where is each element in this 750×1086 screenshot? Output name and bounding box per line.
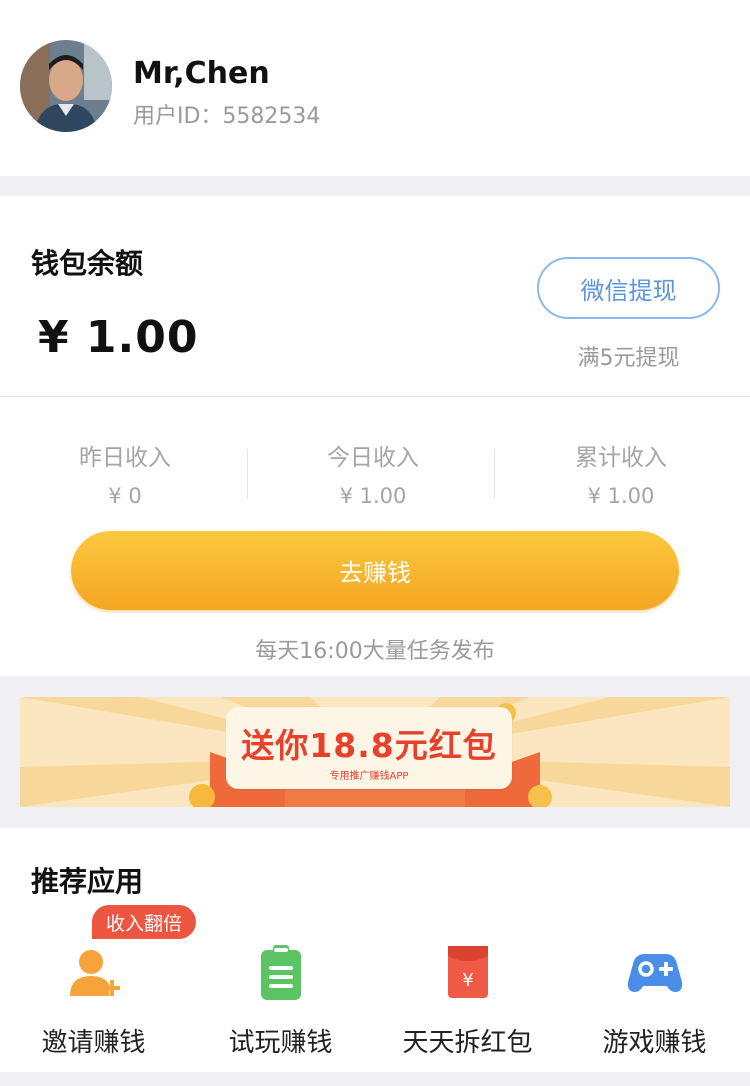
withdraw-threshold-note: 满5元提现 bbox=[577, 346, 680, 371]
stat-label: 昨日收入 bbox=[79, 445, 171, 471]
banner-subtitle: 专用推广赚钱APP bbox=[329, 771, 409, 782]
profile-header: Mr,Chen 用户ID：5582534 bbox=[0, 0, 750, 176]
stat-label: 今日收入 bbox=[327, 445, 419, 471]
user-id: 用户ID：5582534 bbox=[133, 104, 321, 129]
income-double-badge: 收入翻倍 bbox=[92, 905, 196, 939]
app-game-earn[interactable]: 游戏赚钱 bbox=[561, 934, 748, 1064]
stat-yesterday: 昨日收入 ¥ 0 bbox=[0, 438, 250, 508]
user-name: Mr,Chen bbox=[133, 56, 270, 91]
avatar[interactable] bbox=[20, 40, 112, 132]
task-release-note: 每天16:00大量任务发布 bbox=[255, 639, 495, 664]
banner-title: 送你18.8元红包 bbox=[241, 726, 497, 765]
section-title: 推荐应用 bbox=[31, 865, 144, 898]
gamepad-icon bbox=[627, 954, 683, 992]
stat-label: 累计收入 bbox=[575, 445, 667, 471]
app-invite-earn[interactable]: 邀请赚钱 bbox=[0, 934, 187, 1064]
recommended-apps-section: 推荐应用 邀请赚钱 试玩赚钱 ¥ 天天拆红包 游戏赚钱 收入翻倍 bbox=[0, 828, 750, 1072]
app-label: 邀请赚钱 bbox=[41, 1028, 146, 1058]
divider bbox=[494, 449, 495, 499]
stat-today: 今日收入 ¥ 1.00 bbox=[248, 438, 498, 508]
wallet-balance: ¥ 1.00 bbox=[38, 312, 199, 363]
app-label: 天天拆红包 bbox=[402, 1028, 533, 1058]
clipboard-icon bbox=[261, 945, 301, 1000]
avatar-photo-icon bbox=[20, 40, 112, 132]
svg-text:¥: ¥ bbox=[462, 970, 473, 991]
app-label: 试玩赚钱 bbox=[228, 1028, 333, 1058]
add-user-icon bbox=[70, 950, 120, 996]
wechat-withdraw-button[interactable]: 微信提现 bbox=[537, 257, 720, 319]
stat-value: ¥ 1.00 bbox=[587, 484, 655, 508]
red-envelope-icon: ¥ bbox=[448, 946, 488, 998]
go-earn-button[interactable]: 去赚钱 bbox=[71, 531, 679, 610]
promo-banner[interactable]: 送你18.8元红包 专用推广赚钱APP bbox=[20, 697, 730, 807]
wallet-card: 钱包余额 ¥ 1.00 微信提现 满5元提现 昨日收入 ¥ 0 今日收入 ¥ 1… bbox=[0, 196, 750, 676]
wallet-title: 钱包余额 bbox=[31, 247, 144, 280]
banner-card: 送你18.8元红包 专用推广赚钱APP bbox=[226, 707, 512, 789]
stat-value: ¥ 1.00 bbox=[339, 484, 407, 508]
divider bbox=[0, 396, 750, 397]
app-label: 游戏赚钱 bbox=[602, 1028, 707, 1058]
stat-total: 累计收入 ¥ 1.00 bbox=[496, 438, 746, 508]
app-daily-red-envelope[interactable]: ¥ 天天拆红包 bbox=[374, 934, 561, 1064]
app-trial-earn[interactable]: 试玩赚钱 bbox=[187, 934, 374, 1064]
stat-value: ¥ 0 bbox=[108, 484, 142, 508]
